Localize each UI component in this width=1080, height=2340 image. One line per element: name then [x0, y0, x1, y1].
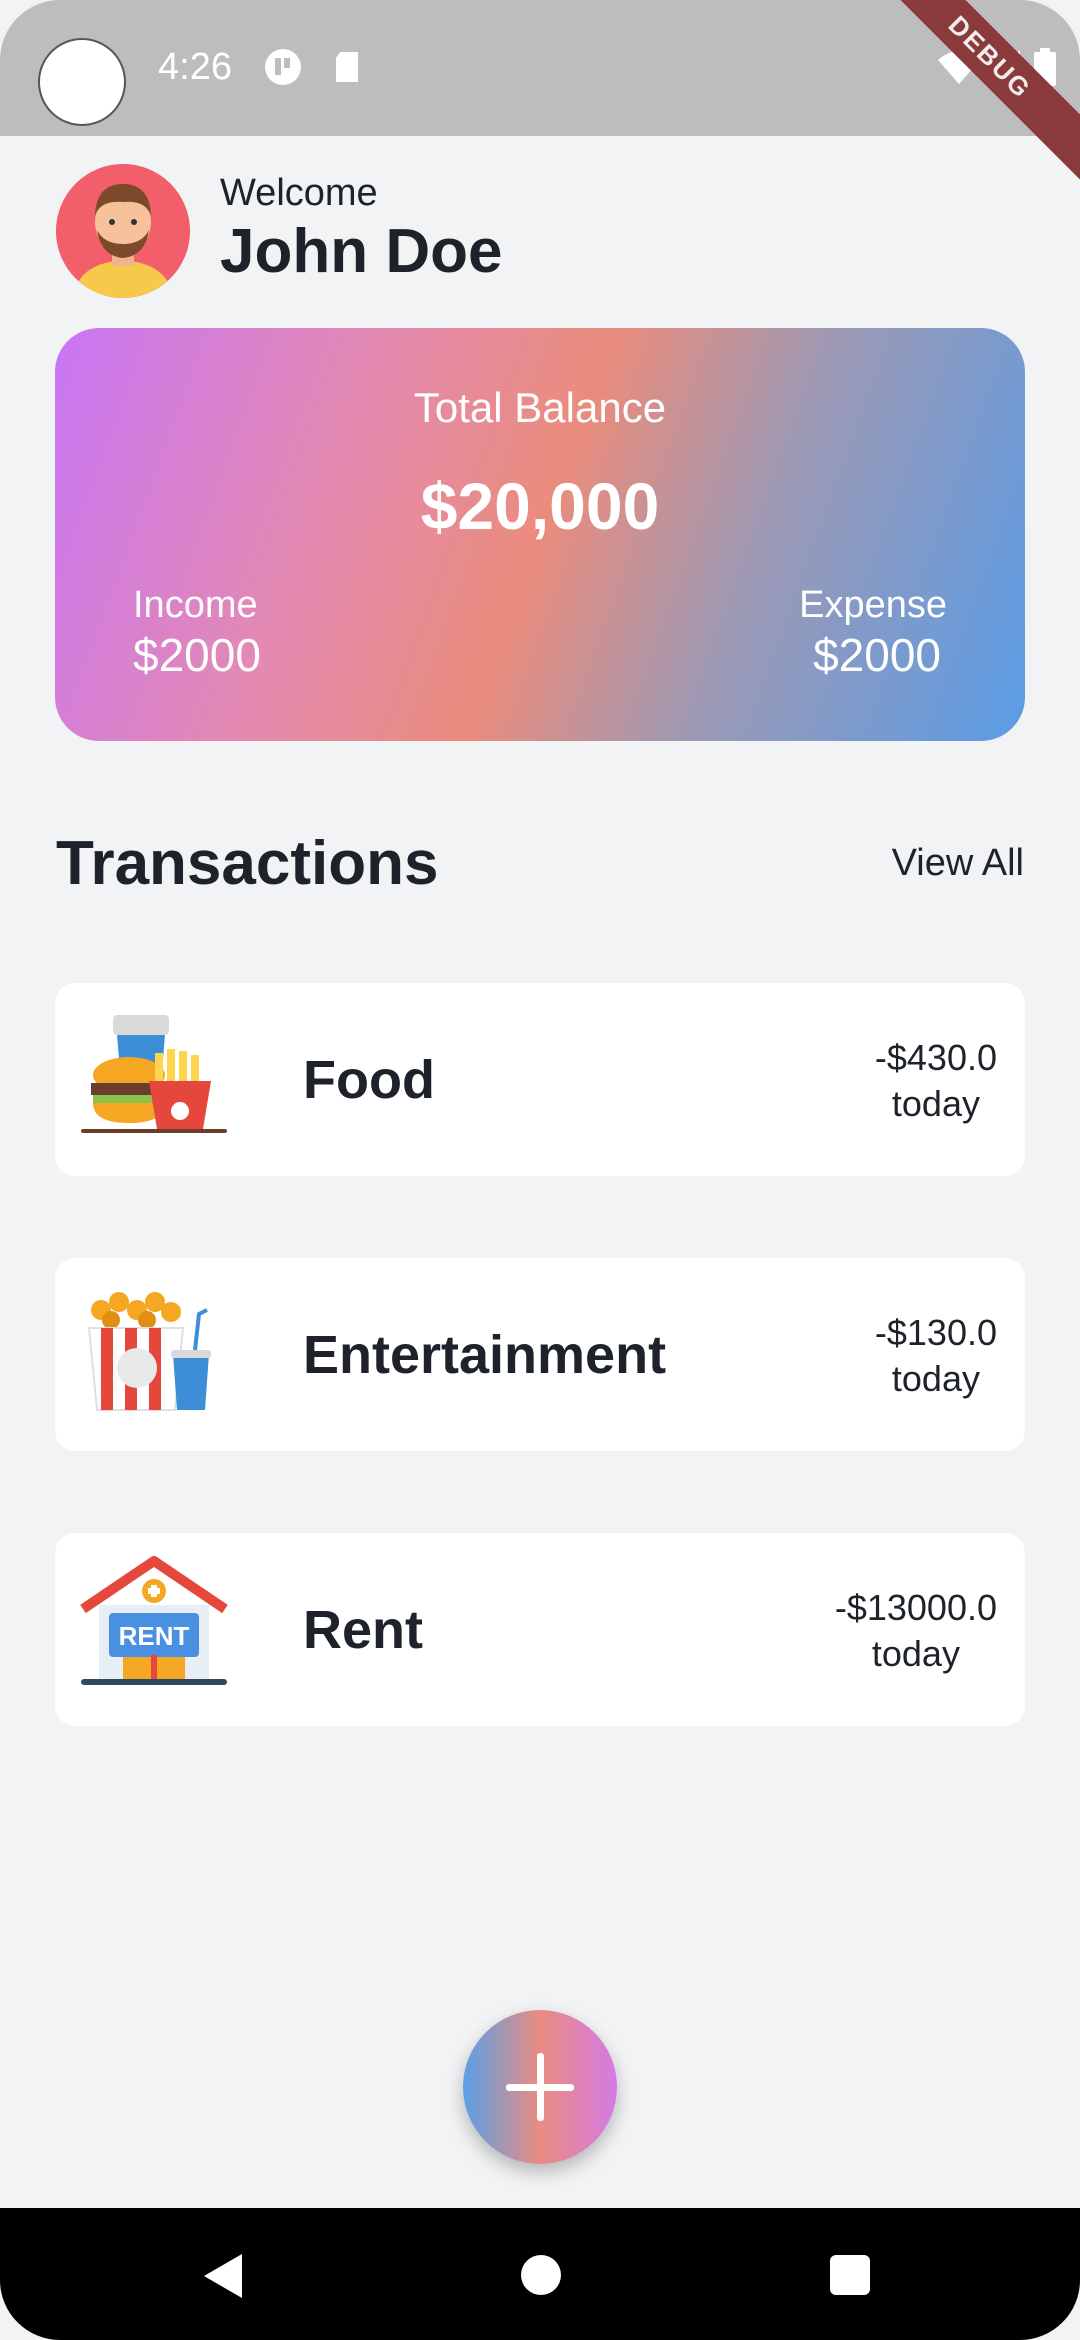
rent-sign-text: RENT — [119, 1621, 190, 1651]
popcorn-icon — [87, 1292, 211, 1411]
transaction-card-rent[interactable]: RENT Rent -$13000.0 today — [55, 1533, 1025, 1726]
camera-cutout — [38, 38, 126, 126]
expense-label: Expense — [799, 584, 947, 626]
total-balance-amount: $20,000 — [420, 469, 660, 543]
home-icon[interactable] — [521, 2255, 561, 2295]
user-name: John Doe — [220, 217, 503, 286]
expense-value: $2000 — [813, 629, 941, 681]
food-icon — [81, 1015, 227, 1133]
view-all-link[interactable]: View All — [892, 842, 1024, 885]
status-bar: 4:26 DEBUG — [0, 0, 1080, 180]
transaction-name: Rent — [303, 1600, 423, 1660]
transaction-name: Entertainment — [303, 1325, 667, 1385]
transaction-date: today — [891, 1358, 980, 1399]
transaction-amount: -$13000.0 — [834, 1587, 997, 1628]
income-label: Income — [133, 584, 258, 626]
avatar[interactable] — [56, 164, 190, 298]
sd-card-icon — [336, 52, 358, 82]
transaction-amount: -$430.0 — [874, 1037, 997, 1078]
rent-house-icon: RENT — [80, 1556, 228, 1685]
transactions-title: Transactions — [56, 829, 439, 898]
debug-banner: DEBUG — [867, 0, 1080, 180]
transaction-name: Food — [303, 1050, 435, 1110]
system-nav-bar — [0, 2208, 1080, 2340]
balance-card: Total Balance $20,000 Income $2000 Expen… — [55, 328, 1025, 741]
app-notification-icon — [265, 49, 301, 85]
transaction-meta: -$13000.0 today — [835, 1585, 997, 1677]
transaction-card-food[interactable]: Food -$430.0 today — [55, 983, 1025, 1176]
transaction-card-entertainment[interactable]: Entertainment -$130.0 today — [55, 1258, 1025, 1451]
total-balance-label: Total Balance — [413, 384, 667, 431]
transaction-meta: -$430.0 today — [875, 1035, 997, 1127]
income-value: $2000 — [133, 629, 261, 681]
add-transaction-button[interactable] — [463, 2010, 617, 2164]
welcome-text: Welcome — [220, 172, 378, 214]
transaction-meta: -$130.0 today — [875, 1310, 997, 1402]
back-icon[interactable] — [204, 2254, 242, 2298]
user-avatar-icon — [56, 164, 190, 298]
transaction-amount: -$130.0 — [874, 1312, 997, 1353]
transaction-date: today — [891, 1083, 980, 1124]
recent-apps-icon[interactable] — [830, 2255, 870, 2295]
status-time: 4:26 — [158, 46, 232, 88]
transaction-date: today — [871, 1633, 960, 1674]
